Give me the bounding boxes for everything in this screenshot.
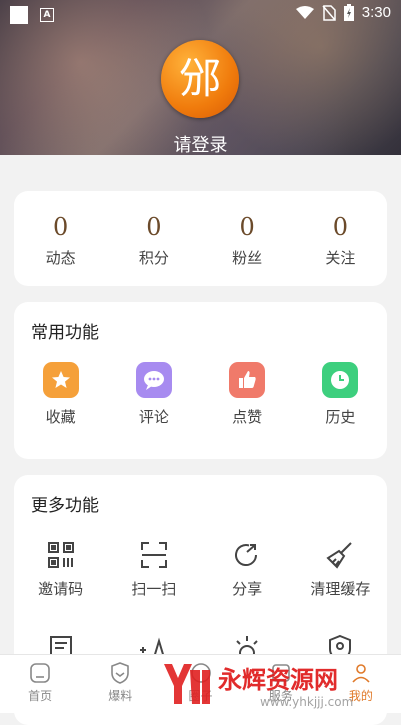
- history-button[interactable]: 历史: [294, 362, 387, 427]
- watermark: 永辉资源网 www.yhkjjj.com: [164, 664, 353, 709]
- comments-button[interactable]: 评论: [107, 362, 200, 427]
- status-bar: A 3:30: [0, 0, 401, 28]
- shield-icon: [108, 661, 132, 685]
- stats-card: 0 动态 0 积分 0 粉丝 0 关注: [14, 191, 387, 286]
- star-icon: [42, 362, 79, 398]
- share-label: 分享: [232, 580, 263, 598]
- section-title: 更多功能: [31, 496, 99, 516]
- stat-value: 0: [239, 213, 255, 241]
- share-button[interactable]: 分享: [201, 540, 294, 599]
- stat-following[interactable]: 0 关注: [294, 191, 387, 286]
- invite-code-label: 邀请码: [38, 580, 84, 598]
- clock-icon: [322, 362, 359, 398]
- avatar[interactable]: 邠: [161, 40, 239, 118]
- profile-header: A 3:30 邠 请登录: [0, 0, 401, 155]
- stat-points[interactable]: 0 积分: [107, 191, 200, 286]
- watermark-brand: 永辉资源网: [218, 666, 338, 694]
- likes-label: 点赞: [232, 408, 263, 426]
- notification-square-icon: [10, 6, 28, 24]
- scan-icon: [139, 540, 169, 570]
- stat-value: 0: [52, 213, 69, 241]
- section-title: 常用功能: [31, 323, 99, 343]
- stat-label: 积分: [138, 249, 169, 267]
- clear-cache-label: 清理缓存: [310, 580, 371, 598]
- tab-label: 首页: [28, 689, 53, 703]
- tab-label: 爆料: [108, 689, 133, 703]
- tab-leaks[interactable]: 爆料: [80, 655, 160, 713]
- likes-button[interactable]: 点赞: [201, 362, 294, 427]
- stat-value: 0: [146, 213, 162, 241]
- favorites-button[interactable]: 收藏: [14, 362, 107, 427]
- scan-button[interactable]: 扫一扫: [107, 540, 200, 599]
- tab-home[interactable]: 首页: [0, 655, 80, 713]
- stat-label: 关注: [325, 249, 356, 267]
- thumbs-up-icon: [229, 362, 266, 398]
- comments-label: 评论: [138, 408, 169, 426]
- common-functions-card: 常用功能 收藏 评论 点赞 历史: [14, 302, 387, 459]
- history-label: 历史: [325, 408, 356, 426]
- stat-fans[interactable]: 0 粉丝: [201, 191, 294, 286]
- notification-a-icon: A: [40, 8, 54, 22]
- login-link[interactable]: 请登录: [0, 131, 401, 155]
- no-sim-icon: [322, 4, 336, 21]
- share-icon: [232, 540, 262, 570]
- comment-icon: [135, 362, 172, 398]
- stat-dynamics[interactable]: 0 动态: [14, 191, 107, 286]
- clock-time: 3:30: [361, 4, 391, 21]
- watermark-url: www.yhkjjj.com: [260, 695, 353, 709]
- wifi-icon: [295, 5, 314, 19]
- invite-code-button[interactable]: 邀请码: [14, 540, 107, 599]
- battery-charging-icon: [343, 4, 354, 21]
- home-icon: [28, 661, 52, 685]
- stat-label: 动态: [45, 249, 76, 267]
- broom-icon: [325, 540, 355, 570]
- qr-code-icon: [46, 540, 76, 570]
- watermark-logo: [164, 664, 210, 704]
- stat-label: 粉丝: [232, 249, 263, 267]
- clear-cache-button[interactable]: 清理缓存: [294, 540, 387, 599]
- scan-label: 扫一扫: [131, 580, 177, 598]
- favorites-label: 收藏: [45, 408, 76, 426]
- stat-value: 0: [332, 213, 349, 241]
